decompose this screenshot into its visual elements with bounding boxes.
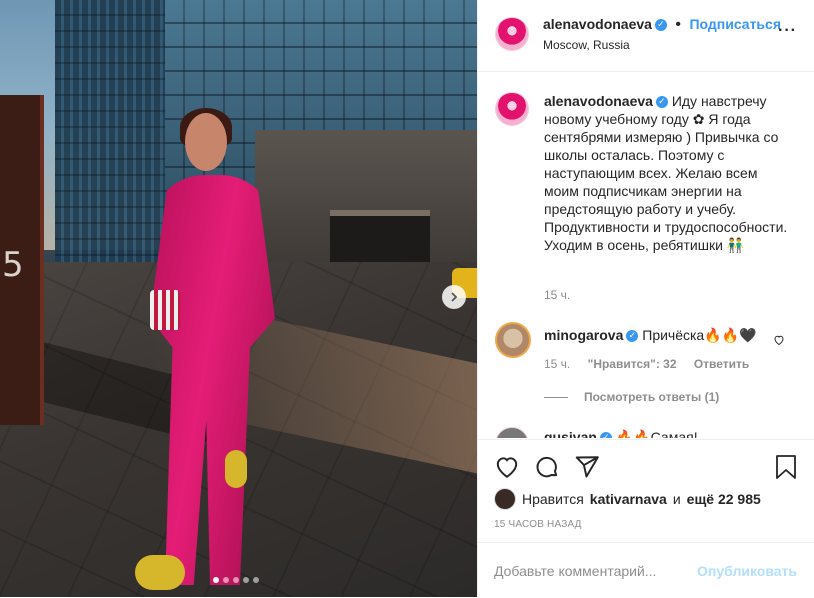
chevron-right-icon <box>451 292 458 302</box>
bookmark-save-icon[interactable] <box>774 454 798 480</box>
commenter-avatar[interactable] <box>495 322 531 358</box>
share-paper-plane-icon[interactable] <box>574 454 600 480</box>
woman-head <box>185 113 227 171</box>
comment-text: Причёска🔥🔥🖤 <box>642 327 757 343</box>
view-replies-button[interactable]: Посмотреть ответы (1) <box>544 390 719 404</box>
sign-pillar: 5 <box>0 95 44 425</box>
post-timestamp[interactable]: 15 ЧАСОВ НАЗАД <box>494 519 582 530</box>
likes-prefix: Нравится <box>522 491 584 507</box>
caption-text: Иду навстречу новому учебному году ✿ Я г… <box>544 93 788 253</box>
post-side-panel: alenavodonaeva ✓ • Подписаться Moscow, Ru… <box>477 0 814 597</box>
view-replies-label: Посмотреть ответы (1) <box>584 390 720 404</box>
comment-meta: 15 ч. "Нравится": 32 Ответить <box>544 357 763 371</box>
more-options-icon[interactable]: ··· <box>778 22 797 40</box>
caption: alenavodonaeva ✓ Иду навстречу новому уче… <box>544 92 794 254</box>
carousel-dot <box>253 577 259 583</box>
follow-button[interactable]: Подписаться <box>689 16 781 32</box>
like-heart-icon[interactable] <box>494 454 520 480</box>
comment-username[interactable]: gusivan <box>544 429 597 438</box>
striped-bag <box>150 290 180 330</box>
verified-badge-icon: ✓ <box>654 18 667 31</box>
liker-username[interactable]: kativarnava <box>590 491 667 507</box>
pillar-digit: 5 <box>2 245 24 285</box>
reply-button[interactable]: Ответить <box>694 357 749 371</box>
commenter-avatar[interactable] <box>495 427 529 438</box>
replies-line <box>544 396 568 398</box>
author-avatar[interactable] <box>495 17 529 51</box>
likes-connector: и <box>672 491 681 507</box>
like-comment-heart-icon[interactable] <box>773 334 785 346</box>
post-actions: Нравится kativarnava и ещё 22 985 15 ЧАС… <box>478 439 814 552</box>
yellow-slipper-left <box>135 555 185 590</box>
post-location[interactable]: Moscow, Russia <box>543 38 630 52</box>
comment-time[interactable]: 15 ч. <box>544 357 570 371</box>
caption-avatar[interactable] <box>495 92 529 126</box>
comment-username[interactable]: minogarova <box>544 327 623 343</box>
verified-badge-icon: ✓ <box>599 432 612 438</box>
carousel-indicator <box>213 577 259 583</box>
comment-body: minogarova ✓ Причёска🔥🔥🖤 <box>544 327 757 344</box>
comment-bubble-icon[interactable] <box>534 454 560 480</box>
add-comment-bar: Добавьте комментарий... Опубликовать <box>478 542 814 598</box>
caption-username[interactable]: alenavodonaeva <box>544 93 653 109</box>
comment-text: 🔥🔥Самая! <box>615 429 698 438</box>
post-modal: 5 alenavodonaeva ✓ • Подписаться Moscow,… <box>0 0 814 597</box>
carousel-dot <box>223 577 229 583</box>
carousel-dot <box>233 577 239 583</box>
comments-section[interactable]: alenavodonaeva ✓ Иду навстречу новому уче… <box>478 72 814 438</box>
post-header: alenavodonaeva ✓ • Подписаться Moscow, Ru… <box>478 0 814 72</box>
likes-summary: Нравится kativarnava и ещё 22 985 <box>494 488 761 510</box>
carousel-dot <box>213 577 219 583</box>
verified-badge-icon: ✓ <box>626 330 639 343</box>
glass-tower-left <box>55 0 165 270</box>
likes-count[interactable]: ещё 22 985 <box>687 491 761 507</box>
comment-body: gusivan✓ 🔥🔥Самая! <box>544 429 698 438</box>
comment-input[interactable]: Добавьте комментарий... <box>494 563 656 579</box>
post-photo[interactable]: 5 <box>0 0 477 597</box>
caption-time[interactable]: 15 ч. <box>544 288 570 302</box>
comment-likes[interactable]: "Нравится": 32 <box>588 357 677 371</box>
author-username[interactable]: alenavodonaeva <box>543 16 652 32</box>
carousel-dot <box>243 577 249 583</box>
liker-avatar[interactable] <box>494 488 516 510</box>
yellow-slipper-right <box>225 450 247 488</box>
author-line: alenavodonaeva ✓ • Подписаться <box>543 16 781 34</box>
carousel-next-button[interactable] <box>442 285 466 309</box>
publish-button[interactable]: Опубликовать <box>697 563 797 579</box>
header-separator: • <box>675 16 681 33</box>
verified-badge-icon: ✓ <box>655 96 668 109</box>
